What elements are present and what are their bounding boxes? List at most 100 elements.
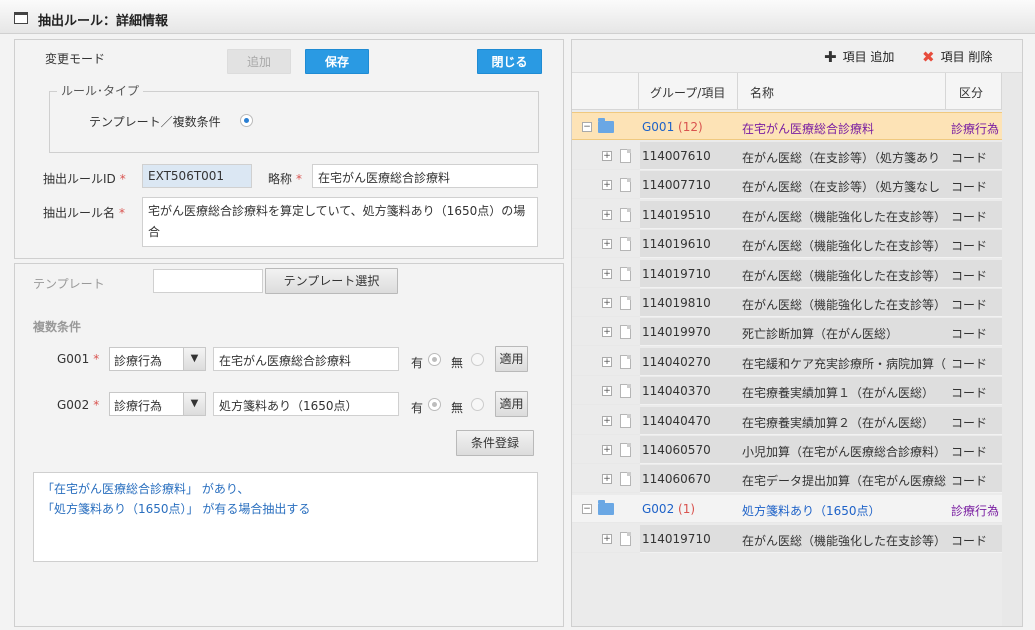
group-kind: 診療行為 [951, 122, 1000, 136]
item-name: 在宅療養実績加算２（在がん医総） [742, 415, 935, 430]
item-name: 在宅データ提出加算（在宅がん医療総 [742, 474, 946, 489]
group-kind: 診療行為 [951, 504, 1000, 518]
apply-button[interactable]: 適用 [495, 391, 528, 417]
item-code: 114019710 [642, 266, 711, 281]
condition-value-field[interactable]: 在宅がん医療総合診療料 [213, 347, 399, 371]
tree-toolbar: ✚ 項目 追加 ✖ 項目 削除 [572, 40, 1022, 73]
tree-item-row[interactable]: +114019710 在がん医総（機能強化した在支診等） コード [572, 525, 1002, 553]
expand-icon[interactable]: + [602, 239, 612, 250]
document-icon [620, 354, 631, 369]
condition-type-select[interactable]: 診療行為 ▼ [109, 347, 206, 371]
document-icon [620, 325, 631, 340]
expand-icon[interactable]: + [602, 356, 612, 367]
expand-icon[interactable]: + [602, 474, 612, 485]
chevron-down-icon: ▼ [183, 348, 205, 370]
item-code: 114060570 [642, 443, 711, 457]
item-name: 小児加算（在宅がん医療総合診療料） [742, 445, 946, 459]
template-select-button[interactable]: テンプレート選択 [265, 268, 398, 294]
item-code: 114007610 [642, 149, 711, 163]
item-kind: コード [951, 386, 988, 401]
short-name-label: 略称 * [268, 172, 303, 186]
item-kind: コード [951, 445, 988, 459]
tree-item-row[interactable]: +114019970 死亡診断加算（在がん医総） コード [572, 318, 1002, 347]
rule-name-field[interactable]: 宅がん医療総合診療料を算定していて、処方箋料あり（1650点）の場合 [142, 197, 538, 247]
mode-label: 変更モード [45, 52, 106, 66]
tree-item-row[interactable]: +114019810 在がん医総（機能強化した在支診等） コード [572, 289, 1002, 317]
expand-icon[interactable]: + [602, 534, 612, 544]
item-code: 114060670 [642, 472, 711, 487]
condition-description: 「在宅がん医療総合診療料」 があり、 「処方箋料あり（1650点）」 が有る場合… [33, 472, 538, 562]
collapse-icon[interactable]: − [582, 504, 592, 514]
tree-item-row[interactable]: +114019710 在がん医総（機能強化した在支診等） コード [572, 259, 1002, 288]
description-line: 「在宅がん医療総合診療料」 があり、 [42, 482, 250, 496]
expand-icon[interactable]: + [602, 386, 612, 397]
condition-yes-label: 有 [411, 401, 424, 415]
condition-type-select[interactable]: 診療行為 ▼ [109, 392, 206, 416]
plus-icon: ✚ [824, 48, 837, 66]
description-line: 「処方箋料あり（1650点）」 が有る場合抽出する [42, 502, 311, 516]
expand-icon[interactable]: + [602, 445, 612, 455]
condition-no-radio[interactable] [471, 398, 484, 411]
item-kind: コード [951, 268, 988, 283]
template-field[interactable] [153, 269, 263, 293]
document-icon [620, 296, 631, 310]
condition-value-field[interactable]: 処方箋料あり（1650点） [213, 392, 399, 416]
tree-item-row[interactable]: +114007710 在がん医総（在支診等）（処方箋なし コード [572, 171, 1002, 200]
rule-id-field[interactable]: EXT506T001 [142, 164, 252, 188]
chevron-down-icon: ▼ [183, 393, 205, 415]
column-header-group-item[interactable]: グループ/項目 [650, 84, 725, 101]
expand-icon[interactable]: + [602, 268, 612, 279]
delete-item-button[interactable]: ✖ 項目 削除 [922, 48, 992, 66]
tree-item-row[interactable]: +114019610 在がん医総（機能強化した在支診等） コード [572, 230, 1002, 259]
document-icon [620, 266, 631, 281]
expand-icon[interactable]: + [602, 415, 612, 426]
column-header-name[interactable]: 名称 [750, 84, 774, 101]
add-button[interactable]: 追加 [227, 49, 291, 74]
vertical-scrollbar[interactable] [1002, 73, 1022, 626]
close-button[interactable]: 閉じる [477, 49, 542, 74]
collapse-icon[interactable]: − [582, 122, 592, 132]
item-name: 在宅緩和ケア充実診療所・病院加算（ [742, 356, 946, 371]
tree-group-row[interactable]: − G001 (12) 在宅がん医療総合診療料 診療行為 [572, 112, 1002, 140]
short-name-field[interactable]: 在宅がん医療総合診療料 [312, 164, 538, 188]
condition-panel: テンプレート テンプレート選択 複数条件 G001 * 診療行為 ▼ 在宅がん医療総… [14, 263, 564, 627]
tree-item-row[interactable]: +114040270 在宅緩和ケア充実診療所・病院加算（ コード [572, 347, 1002, 376]
rule-id-label: 抽出ルールID * [43, 172, 126, 186]
condition-no-radio[interactable] [471, 353, 484, 366]
item-code: 114019710 [642, 532, 711, 546]
document-icon [620, 472, 631, 487]
expand-icon[interactable]: + [602, 298, 612, 308]
expand-icon[interactable]: + [602, 209, 612, 220]
document-icon [620, 413, 631, 428]
item-kind: コード [951, 239, 988, 254]
tree-item-row[interactable]: +114060570 小児加算（在宅がん医療総合診療料） コード [572, 436, 1002, 464]
rule-type-legend: ルール･タイプ [57, 82, 144, 99]
folder-icon [598, 500, 614, 515]
expand-icon[interactable]: + [602, 151, 612, 161]
item-code: 114040470 [642, 413, 711, 428]
item-code: 114019510 [642, 207, 711, 222]
condition-yes-radio[interactable] [428, 353, 441, 366]
save-button[interactable]: 保存 [305, 49, 369, 74]
column-header-kind[interactable]: 区分 [959, 84, 983, 101]
item-code: 114040370 [642, 384, 711, 399]
rule-type-option-label: テンプレート／複数条件 [89, 115, 221, 129]
register-condition-button[interactable]: 条件登録 [456, 430, 534, 456]
expand-icon[interactable]: + [602, 180, 612, 191]
expand-icon[interactable]: + [602, 327, 612, 338]
grid-header: グループ/項目 名称 区分 [572, 73, 1002, 110]
add-item-button[interactable]: ✚ 項目 追加 [824, 48, 894, 66]
window-titlebar: 抽出ルール：詳細情報 [0, 0, 1035, 34]
tree-group-row[interactable]: − G002 (1) 処方箋料あり（1650点） 診療行為 [572, 495, 1002, 523]
item-kind: コード [951, 209, 988, 224]
condition-yes-radio[interactable] [428, 398, 441, 411]
item-name: 在がん医総（機能強化した在支診等） [742, 209, 946, 224]
apply-button[interactable]: 適用 [495, 346, 528, 372]
tree-item-row[interactable]: +114040370 在宅療養実績加算１（在がん医総） コード [572, 377, 1002, 406]
tree-item-row[interactable]: +114060670 在宅データ提出加算（在宅がん医療総 コード [572, 465, 1002, 494]
rule-type-radio[interactable] [240, 114, 253, 127]
tree-item-row[interactable]: +114040470 在宅療養実績加算２（在がん医総） コード [572, 406, 1002, 435]
tree-item-row[interactable]: +114007610 在がん医総（在支診等）（処方箋あり コード [572, 142, 1002, 170]
tree-item-row[interactable]: +114019510 在がん医総（機能強化した在支診等） コード [572, 200, 1002, 229]
item-name: 在がん医総（機能強化した在支診等） [742, 534, 946, 548]
